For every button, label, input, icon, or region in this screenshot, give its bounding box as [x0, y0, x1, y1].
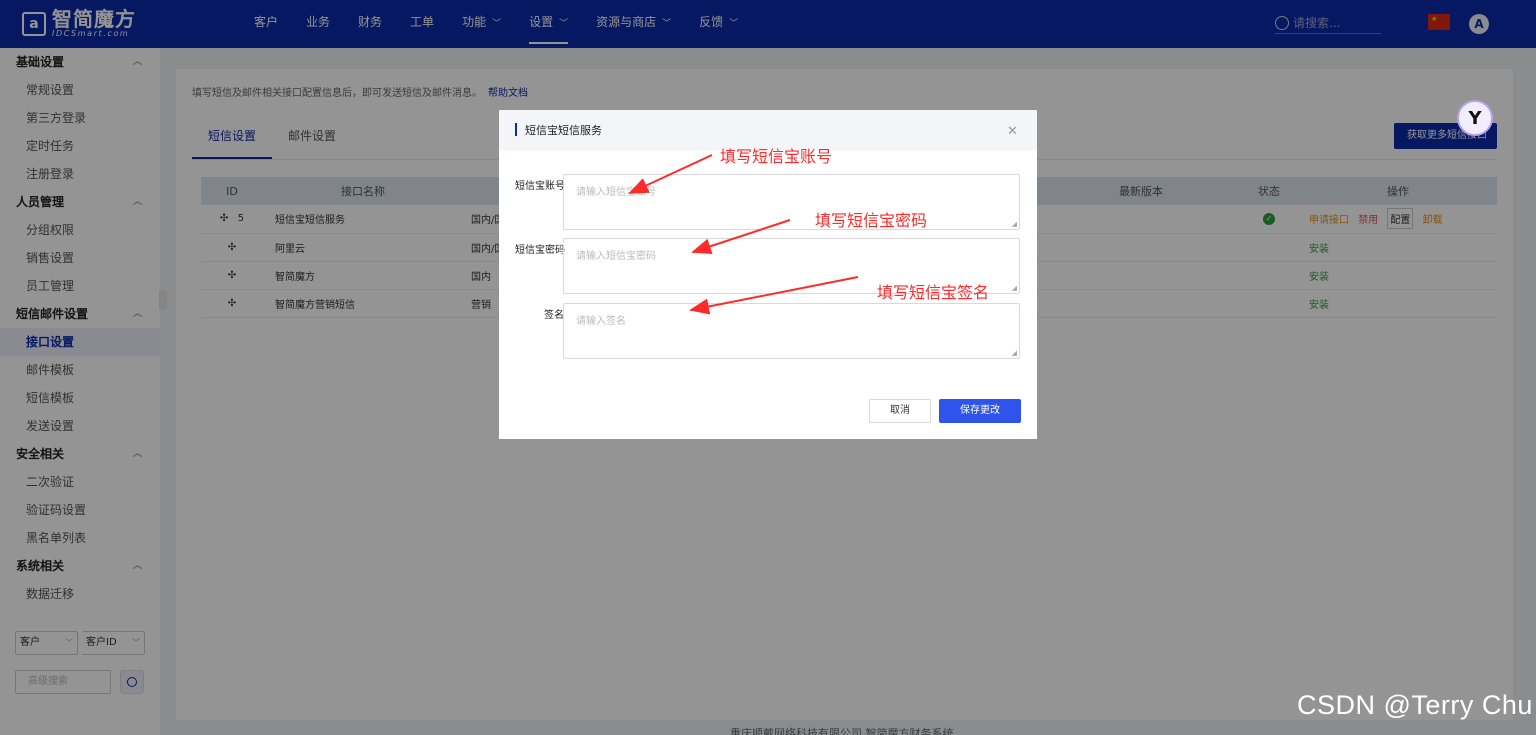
- watermark: CSDN @Terry Chu: [1297, 690, 1533, 720]
- annotation-account: 填写短信宝账号: [720, 147, 833, 166]
- annotation-arrow-account: [628, 154, 713, 194]
- annotation-password: 填写短信宝密码: [815, 211, 928, 230]
- annotation-arrow-signature: [689, 276, 859, 315]
- annotation-signature: 填写短信宝签名: [877, 283, 990, 302]
- annotation-arrows: [628, 154, 859, 315]
- annotation-arrow-password: [691, 219, 791, 254]
